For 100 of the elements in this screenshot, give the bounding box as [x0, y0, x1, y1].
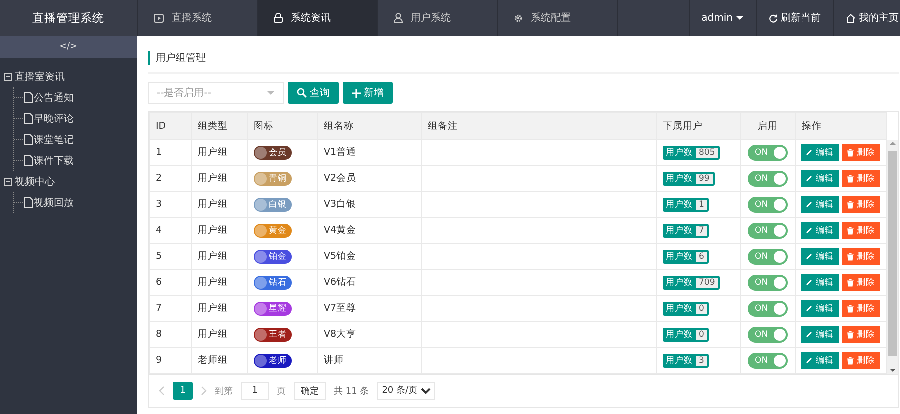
- delete-button[interactable]: 删除: [842, 248, 880, 265]
- nav-tab[interactable]: 系统资讯: [258, 0, 378, 36]
- toggle-switch[interactable]: ON: [748, 144, 788, 160]
- delete-button[interactable]: 删除: [842, 144, 880, 161]
- table-cell: V6钻石: [318, 270, 422, 296]
- status-select[interactable]: --是否启用--: [148, 82, 284, 104]
- play-icon: [154, 14, 164, 22]
- collapse-icon[interactable]: [4, 178, 12, 186]
- level-badge: 王者: [254, 328, 292, 342]
- table-cell: 用户组: [192, 244, 248, 270]
- user-icon: [394, 13, 403, 23]
- sidebar-toggle[interactable]: </>: [0, 36, 137, 58]
- user-count-badge: 用户数 805: [663, 146, 720, 160]
- pencil-icon: [806, 279, 813, 286]
- edit-button[interactable]: 编辑: [801, 144, 839, 161]
- toggle-switch[interactable]: ON: [748, 248, 788, 264]
- trash-icon: [847, 226, 854, 234]
- toggle-switch[interactable]: ON: [748, 222, 788, 238]
- trash-icon: [847, 200, 854, 208]
- home-button[interactable]: 我的主页: [833, 0, 900, 36]
- column-header: 组备注: [422, 112, 656, 140]
- edit-button[interactable]: 编辑: [801, 326, 839, 343]
- table-cell: 3: [150, 192, 192, 218]
- previous-icon[interactable]: [159, 386, 165, 396]
- refresh-button[interactable]: 刷新当前: [756, 0, 833, 36]
- delete-button[interactable]: 删除: [842, 326, 880, 343]
- tree-item[interactable]: 课件下载: [14, 150, 137, 171]
- delete-button[interactable]: 删除: [842, 274, 880, 291]
- edit-button[interactable]: 编辑: [801, 222, 839, 239]
- document-icon: [24, 113, 33, 124]
- collapse-icon[interactable]: [4, 72, 12, 80]
- gear-icon: [514, 14, 523, 22]
- search-button[interactable]: 查询: [288, 82, 339, 104]
- edit-button[interactable]: 编辑: [801, 300, 839, 317]
- user-count-badge: 用户数 0: [663, 328, 710, 342]
- column-header: ID: [150, 112, 192, 140]
- table-cell: 2: [150, 166, 192, 192]
- pencil-icon: [806, 305, 813, 312]
- page-size-select[interactable]: 20 条/页: [377, 382, 436, 400]
- edit-button[interactable]: 编辑: [801, 274, 839, 291]
- delete-button[interactable]: 删除: [842, 222, 880, 239]
- tree-item[interactable]: 公告通知: [14, 87, 137, 108]
- column-header: 下属用户: [656, 112, 740, 140]
- trash-icon: [847, 304, 854, 312]
- tree-item[interactable]: 课堂笔记: [14, 129, 137, 150]
- toggle-switch[interactable]: ON: [748, 300, 788, 316]
- table-cell: V3白银: [318, 192, 422, 218]
- page-input[interactable]: 1: [241, 382, 269, 400]
- level-badge: 青铜: [254, 172, 292, 186]
- plus-icon: [352, 88, 361, 98]
- column-header: 图标: [248, 112, 318, 140]
- toggle-switch[interactable]: ON: [748, 274, 788, 290]
- scrollbar[interactable]: [887, 140, 898, 374]
- edit-button[interactable]: 编辑: [801, 352, 839, 369]
- trash-icon: [847, 174, 854, 182]
- delete-button[interactable]: 删除: [842, 196, 880, 213]
- document-icon: [24, 197, 33, 208]
- toggle-switch[interactable]: ON: [748, 170, 788, 186]
- delete-button[interactable]: 删除: [842, 300, 880, 317]
- toggle-switch[interactable]: ON: [748, 196, 788, 212]
- table-cell: 8: [150, 322, 192, 348]
- delete-button[interactable]: 删除: [842, 352, 880, 369]
- add-button[interactable]: 新增: [343, 82, 393, 104]
- table-cell: 用户组: [192, 218, 248, 244]
- table-cell: V5铂金: [318, 244, 422, 270]
- tree-item[interactable]: 视频回放: [14, 192, 137, 213]
- pencil-icon: [806, 201, 813, 208]
- user-count-badge: 用户数 1: [663, 198, 710, 212]
- table-cell: 用户组: [192, 140, 248, 166]
- nav-tab[interactable]: 用户系统: [378, 0, 498, 36]
- user-count-badge: 用户数 0: [663, 302, 710, 316]
- goto-label: 到第: [215, 386, 233, 398]
- delete-button[interactable]: 删除: [842, 170, 880, 187]
- user-menu[interactable]: admin: [688, 0, 756, 36]
- next-icon[interactable]: [201, 386, 207, 396]
- toggle-switch[interactable]: ON: [748, 352, 788, 368]
- toggle-switch[interactable]: ON: [748, 326, 788, 342]
- page-button[interactable]: 1: [173, 382, 193, 400]
- tree-node[interactable]: 视频中心: [4, 171, 137, 192]
- table-cell: 7: [150, 296, 192, 322]
- edit-button[interactable]: 编辑: [801, 248, 839, 265]
- page-unit-label: 页: [277, 386, 286, 398]
- caret-icon: [736, 16, 744, 20]
- tree-item[interactable]: 早晚评论: [14, 108, 137, 129]
- page-title: 用户组管理: [148, 51, 206, 65]
- pencil-icon: [806, 175, 813, 182]
- table-cell: 用户组: [192, 166, 248, 192]
- pencil-icon: [806, 331, 813, 338]
- nav-tab[interactable]: 系统配置: [498, 0, 618, 36]
- home-icon: [846, 14, 856, 22]
- tree-node[interactable]: 直播室资讯: [4, 66, 137, 87]
- edit-button[interactable]: 编辑: [801, 170, 839, 187]
- pencil-icon: [806, 149, 813, 156]
- pencil-icon: [806, 357, 813, 364]
- level-badge: 星耀: [254, 302, 292, 316]
- level-badge: 会员: [254, 146, 292, 160]
- trash-icon: [847, 278, 854, 286]
- edit-button[interactable]: 编辑: [801, 196, 839, 213]
- confirm-button[interactable]: 确定: [294, 382, 326, 400]
- user-count-badge: 用户数 99: [663, 172, 715, 186]
